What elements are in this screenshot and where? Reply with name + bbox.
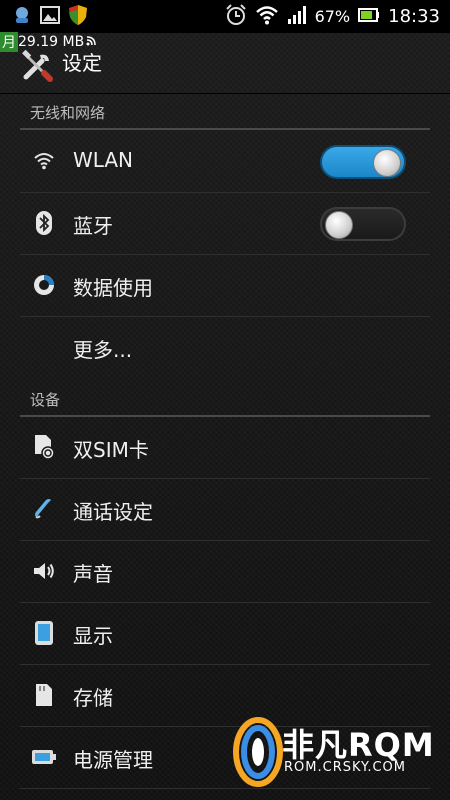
- traffic-overlay: 月 29.19 MB: [0, 32, 96, 52]
- watermark-url: ROM.CRSKY.COM: [284, 760, 407, 775]
- signal-icon: [287, 5, 307, 29]
- tools-icon[interactable]: [20, 49, 54, 83]
- sd-card-icon: [30, 681, 58, 709]
- rss-icon: [86, 34, 96, 50]
- setting-label: 数据使用: [73, 276, 153, 300]
- picture-icon: [40, 5, 60, 28]
- cloud-app-icon: [12, 5, 32, 29]
- battery-icon: [358, 7, 380, 27]
- setting-row-data-usage[interactable]: 数据使用: [20, 255, 430, 316]
- wifi-icon: [30, 147, 58, 175]
- section-divider: [20, 128, 430, 130]
- setting-row-sound[interactable]: 声音: [20, 541, 430, 602]
- page-title: 设定: [62, 51, 102, 75]
- setting-label: 电源管理: [73, 748, 153, 772]
- clock: 18:33: [388, 6, 440, 27]
- section-header-device: 设备: [30, 391, 61, 409]
- setting-row-bluetooth[interactable]: 蓝牙: [20, 193, 430, 254]
- setting-label: WLAN: [73, 148, 134, 172]
- setting-row-display[interactable]: 显示: [20, 603, 430, 664]
- traffic-month-tag: 月: [0, 32, 18, 52]
- setting-label: 通话设定: [73, 500, 153, 524]
- setting-label: 声音: [73, 562, 113, 586]
- alarm-icon: [225, 3, 247, 30]
- shield-icon: [68, 4, 88, 30]
- dual-sim-icon: [30, 433, 58, 461]
- setting-label: 双SIM卡: [73, 438, 149, 462]
- setting-row-call-settings[interactable]: 通话设定: [20, 479, 430, 540]
- bluetooth-icon: [30, 209, 58, 237]
- battery-percent: 67%: [314, 7, 351, 26]
- battery-icon: [30, 743, 58, 771]
- traffic-amount: 29.19 MB: [18, 34, 85, 50]
- status-bar: 67% 18:33: [0, 0, 450, 33]
- toggle-knob: [325, 211, 353, 239]
- setting-row-wlan[interactable]: WLAN: [20, 131, 430, 192]
- wifi-icon: [255, 5, 279, 29]
- setting-label: 蓝牙: [73, 214, 113, 238]
- setting-row-more[interactable]: 更多...: [20, 317, 430, 378]
- section-header-wireless: 无线和网络: [30, 104, 106, 122]
- bluetooth-toggle[interactable]: [320, 207, 406, 241]
- wlan-toggle[interactable]: [320, 145, 406, 179]
- toggle-knob: [373, 149, 401, 177]
- setting-row-dual-sim[interactable]: 双SIM卡: [20, 417, 430, 478]
- setting-label: 存储: [73, 686, 113, 710]
- setting-label: 显示: [73, 624, 113, 648]
- display-icon: [30, 619, 58, 647]
- speaker-icon: [30, 557, 58, 585]
- setting-label: 更多...: [73, 338, 133, 362]
- phone-handset-icon: [30, 495, 58, 523]
- data-usage-icon: [30, 271, 58, 299]
- watermark-logo-icon: [233, 717, 283, 787]
- watermark: 非凡RQM ROM.CRSKY.COM: [230, 712, 450, 800]
